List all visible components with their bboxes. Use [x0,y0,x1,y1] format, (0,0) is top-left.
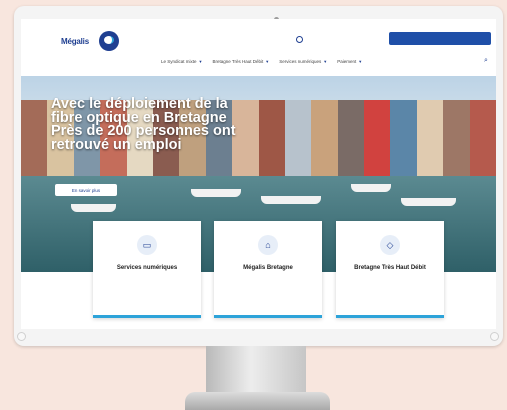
monitor: Mégalis Le Syndicat mixte ▼ Bretagne Très… [14,6,503,346]
card-megalis-bretagne[interactable]: ⌂ Mégalis Bretagne [214,221,322,318]
nav-item-label: Paiement [337,59,357,64]
nav-item-paiement[interactable]: Paiement ▼ [337,59,362,64]
chevron-down-icon: ▼ [198,59,203,64]
chevron-down-icon: ▼ [265,59,270,64]
monitor-button [17,332,26,341]
top-link[interactable] [296,36,305,43]
building-icon: ⌂ [258,235,278,255]
nav-item-label: Services numériques [279,59,322,64]
card-bretagne-thd[interactable]: ◇ Bretagne Très Haut Débit [336,221,444,318]
megalis-logo[interactable]: Mégalis [61,31,121,55]
monitor-stand-base [185,392,330,410]
laptop-icon: ▭ [137,235,157,255]
boat [191,189,241,197]
search-icon[interactable]: ⌕ [484,57,488,65]
card-title: Bretagne Très Haut Débit [354,265,426,271]
boat [71,204,116,212]
nav-item-bthd[interactable]: Bretagne Très Haut Débit ▼ [213,59,270,64]
nav-item-services[interactable]: Services numériques ▼ [279,59,327,64]
screen: Mégalis Le Syndicat mixte ▼ Bretagne Très… [21,19,496,329]
card-title: Mégalis Bretagne [243,265,293,271]
boat [261,196,321,204]
card-title: Services numériques [116,265,178,271]
boat [351,184,391,192]
logo-text: Mégalis [61,37,89,46]
site-header: Mégalis Le Syndicat mixte ▼ Bretagne Très… [21,19,496,71]
logo-mark-icon [99,31,119,51]
card-services-numeriques[interactable]: ▭ Services numériques [93,221,201,318]
wifi-icon: ◇ [380,235,400,255]
chevron-down-icon: ▼ [358,59,363,64]
nav-item-label: Bretagne Très Haut Débit [212,59,264,64]
hero-title: Avec le déploiement de la fibre optique … [51,96,236,153]
nav-item-syndicat[interactable]: Le Syndicat mixte ▼ [161,59,203,64]
top-cta-button[interactable] [389,32,491,45]
monitor-button [490,332,499,341]
user-icon [296,36,303,43]
monitor-stand-neck [206,346,306,394]
nav-item-label: Le Syndicat mixte [161,59,197,64]
boat [401,198,456,206]
main-nav: Le Syndicat mixte ▼ Bretagne Très Haut Dé… [161,59,362,64]
chevron-down-icon: ▼ [323,59,328,64]
hero-read-more-button[interactable]: En savoir plus [55,184,117,196]
